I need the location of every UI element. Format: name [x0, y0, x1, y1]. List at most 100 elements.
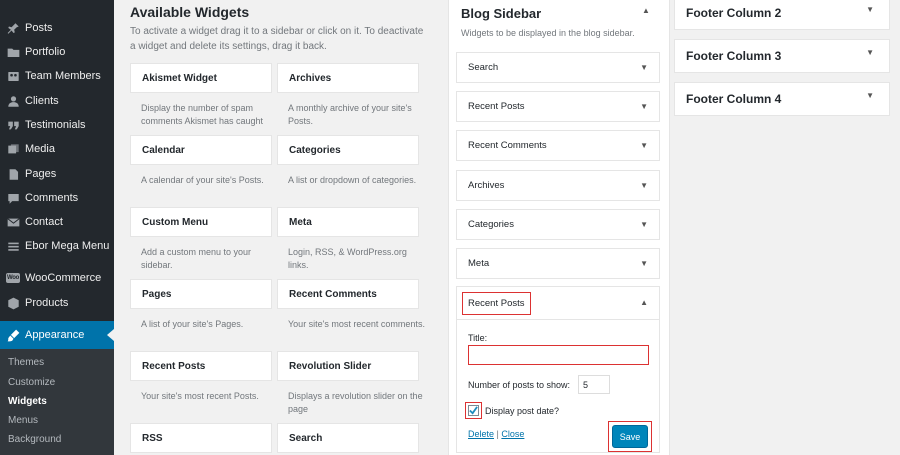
sidebar-item-posts[interactable]: Posts: [0, 16, 114, 40]
sidebar-item-comments[interactable]: Comments: [0, 186, 114, 210]
menu-icon: [6, 239, 20, 253]
sidebar-widget-recent-comments[interactable]: Recent Comments ▼: [456, 130, 660, 161]
sidebar-widget-categories[interactable]: Categories ▼: [456, 209, 660, 240]
footer-column-title: Footer Column 2: [686, 6, 782, 20]
expand-arrow-icon[interactable]: ▼: [640, 181, 648, 190]
sidebar-item-pages[interactable]: Pages: [0, 162, 114, 186]
recent-posts-widget-form: Recent Posts ▲ Title: Number of posts to…: [456, 286, 660, 453]
number-of-posts-input[interactable]: 5: [578, 375, 610, 394]
footer-column-2[interactable]: Footer Column 2 ▼: [674, 0, 890, 30]
blog-sidebar-title[interactable]: Blog Sidebar: [461, 6, 541, 21]
sidebar-item-products[interactable]: Products: [0, 291, 114, 315]
appearance-submenu: Themes Customize Widgets Menus Backgroun…: [0, 349, 114, 455]
sidebar-item-label: Pages: [25, 168, 57, 180]
widget-tile-categories[interactable]: Categories: [277, 135, 419, 165]
blog-sidebar-description: Widgets to be displayed in the blog side…: [461, 28, 635, 38]
widget-tile-calendar[interactable]: Calendar: [130, 135, 272, 165]
expand-arrow-icon[interactable]: ▼: [866, 5, 874, 14]
sidebar-item-ebor-mega-menu[interactable]: Ebor Mega Menu: [0, 234, 114, 258]
sidebar-item-team-members[interactable]: Team Members: [0, 64, 114, 88]
footer-column-3[interactable]: Footer Column 3 ▼: [674, 39, 890, 73]
available-widgets-title: Available Widgets: [130, 4, 250, 20]
submenu-item-background[interactable]: Background: [8, 434, 61, 445]
sidebar-widget-meta[interactable]: Meta ▼: [456, 248, 660, 279]
widget-tile-akismet[interactable]: Akismet Widget: [130, 63, 272, 93]
widget-description: Your site's most recent Posts.: [141, 391, 259, 401]
sidebar-widget-archives[interactable]: Archives ▼: [456, 170, 660, 201]
widget-tile-recent-posts[interactable]: Recent Posts: [130, 351, 272, 381]
comment-icon: [6, 191, 20, 205]
expand-arrow-icon[interactable]: ▼: [866, 48, 874, 57]
number-of-posts-label: Number of posts to show:: [468, 380, 571, 390]
widget-description: A calendar of your site's Posts.: [141, 175, 264, 185]
expand-arrow-icon[interactable]: ▼: [640, 102, 648, 111]
widget-tile-recent-comments[interactable]: Recent Comments: [277, 279, 419, 309]
sidebar-item-label: Testimonials: [25, 119, 86, 131]
submenu-item-menus[interactable]: Menus: [8, 415, 38, 426]
sidebar-item-label: Comments: [25, 192, 79, 204]
sidebar-item-clients[interactable]: Clients: [0, 89, 114, 113]
delete-link[interactable]: Delete: [468, 429, 494, 439]
submenu-item-customize[interactable]: Customize: [8, 377, 55, 388]
widget-tile-meta[interactable]: Meta: [277, 207, 419, 237]
expand-arrow-icon[interactable]: ▼: [640, 259, 648, 268]
close-link[interactable]: Close: [501, 429, 524, 439]
folder-icon: [6, 45, 20, 59]
expand-arrow-icon[interactable]: ▼: [640, 63, 648, 72]
recent-posts-widget-header[interactable]: Recent Posts ▲: [457, 287, 659, 320]
sidebar-widget-label: Recent Posts: [468, 101, 525, 112]
widget-description: Add a custom menu to your sidebar.: [141, 247, 252, 270]
sidebar-widget-label: Archives: [468, 180, 505, 191]
footer-column-4[interactable]: Footer Column 4 ▼: [674, 82, 890, 116]
sidebar-widget-search[interactable]: Search ▼: [456, 52, 660, 83]
widget-tile-rss[interactable]: RSS: [130, 423, 272, 453]
submenu-item-widgets[interactable]: Widgets: [8, 396, 47, 407]
widget-description: Displays a revolution slider on the page: [288, 391, 423, 414]
title-input[interactable]: [468, 345, 649, 365]
sidebar-item-testimonials[interactable]: Testimonials: [0, 113, 114, 137]
expand-arrow-icon[interactable]: ▼: [866, 91, 874, 100]
sidebar-item-label: Contact: [25, 216, 63, 228]
sidebar-item-woocommerce[interactable]: Woo WooCommerce: [0, 266, 114, 290]
display-date-label: Display post date?: [485, 406, 560, 416]
widget-tile-pages[interactable]: Pages: [130, 279, 272, 309]
submenu-item-themes[interactable]: Themes: [8, 357, 44, 368]
woocommerce-icon: Woo: [6, 271, 20, 285]
widget-tile-archives[interactable]: Archives: [277, 63, 419, 93]
available-widgets-description: To activate a widget drag it to a sideba…: [130, 26, 424, 52]
widget-description: Display the number of spam comments Akis…: [141, 103, 264, 126]
sidebar-item-label: Ebor Mega Menu: [25, 240, 110, 252]
sidebar-item-contact[interactable]: Contact: [0, 210, 114, 234]
media-icon: [6, 142, 20, 156]
widget-tile-search[interactable]: Search: [277, 423, 419, 453]
sidebar-widget-recent-posts[interactable]: Recent Posts ▼: [456, 91, 660, 122]
sidebar-item-portfolio[interactable]: Portfolio: [0, 40, 114, 64]
mail-icon: [6, 215, 20, 229]
sidebar-item-appearance[interactable]: Appearance: [0, 321, 114, 349]
sidebar-item-label: Appearance: [25, 329, 85, 341]
sidebar-item-media[interactable]: Media: [0, 137, 114, 161]
widget-description: A monthly archive of your site's Posts.: [288, 103, 412, 126]
widget-description: A list of your site's Pages.: [141, 319, 244, 329]
checkmark-icon: [469, 406, 478, 415]
sidebar-widget-label: Categories: [468, 219, 514, 230]
users-icon: [6, 94, 20, 108]
widget-tile-custom-menu[interactable]: Custom Menu: [130, 207, 272, 237]
widget-description: Login, RSS, & WordPress.org links.: [288, 247, 407, 270]
widget-description: A list or dropdown of categories.: [288, 175, 417, 185]
widget-description: Your site's most recent comments.: [288, 319, 425, 329]
widget-control-links: Delete | Close: [468, 429, 524, 439]
admin-sidebar: Posts Portfolio Team Members Clients Tes…: [0, 0, 114, 455]
sidebar-item-label: Team Members: [25, 70, 101, 82]
display-date-checkbox-highlight: [465, 402, 482, 419]
sidebar-item-label: WooCommerce: [25, 272, 102, 284]
expand-arrow-icon[interactable]: ▼: [640, 220, 648, 229]
widget-tile-revolution-slider[interactable]: Revolution Slider: [277, 351, 419, 381]
recent-posts-widget-title[interactable]: Recent Posts: [462, 292, 531, 315]
collapse-arrow-icon[interactable]: ▲: [642, 6, 650, 15]
collapse-arrow-icon[interactable]: ▲: [640, 298, 648, 307]
save-button[interactable]: Save: [612, 425, 648, 448]
expand-arrow-icon[interactable]: ▼: [640, 141, 648, 150]
sidebar-item-label: Portfolio: [25, 46, 66, 58]
display-date-checkbox[interactable]: [468, 405, 479, 416]
